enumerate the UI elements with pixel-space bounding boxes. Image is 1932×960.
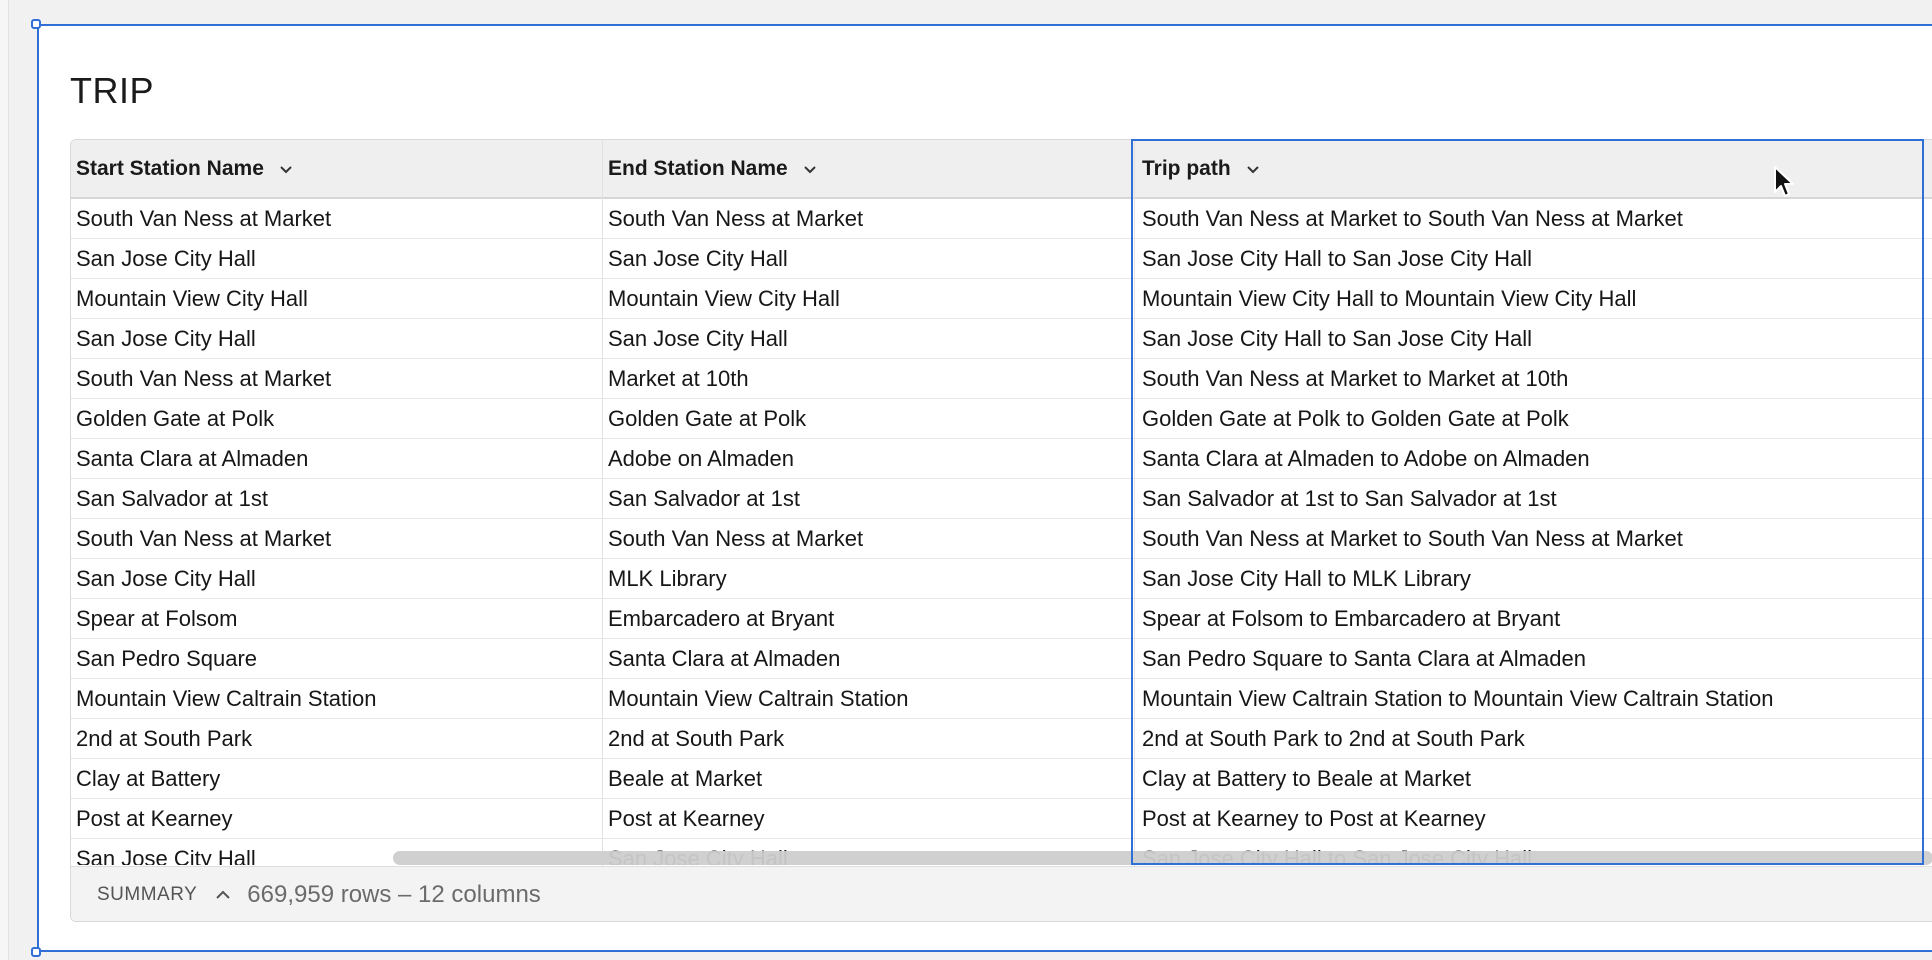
- table-row[interactable]: Santa Clara at Almaden Adobe on Almaden …: [71, 439, 1932, 479]
- cell-end-station[interactable]: South Van Ness at Market: [603, 519, 863, 559]
- table-row[interactable]: San Pedro Square Santa Clara at Almaden …: [71, 639, 1932, 679]
- summary-label[interactable]: SUMMARY: [97, 884, 197, 906]
- chevron-down-icon[interactable]: [802, 161, 818, 177]
- table-header: Start Station Name End Station Name Trip…: [71, 140, 1932, 199]
- cell-start-station[interactable]: Post at Kearney: [71, 799, 233, 839]
- cell-start-station[interactable]: Spear at Folsom: [71, 599, 237, 639]
- column-header-label: End Station Name: [608, 156, 788, 180]
- horizontal-scrollbar[interactable]: [393, 851, 1932, 865]
- cell-trip-path[interactable]: Post at Kearney to Post at Kearney: [1135, 799, 1486, 839]
- cell-trip-path[interactable]: 2nd at South Park to 2nd at South Park: [1135, 719, 1525, 759]
- cell-trip-path[interactable]: Golden Gate at Polk to Golden Gate at Po…: [1135, 399, 1569, 439]
- cell-trip-path[interactable]: Spear at Folsom to Embarcadero at Bryant: [1135, 599, 1560, 639]
- chevron-down-icon[interactable]: [1245, 161, 1261, 177]
- cell-trip-path[interactable]: San Salvador at 1st to San Salvador at 1…: [1135, 479, 1557, 519]
- cell-start-station[interactable]: Mountain View City Hall: [71, 279, 308, 319]
- cell-start-station[interactable]: Clay at Battery: [71, 759, 220, 799]
- cell-trip-path[interactable]: San Jose City Hall to San Jose City Hall: [1135, 319, 1532, 359]
- table-row[interactable]: Post at Kearney Post at Kearney Post at …: [71, 799, 1932, 839]
- table-row[interactable]: Clay at Battery Beale at Market Clay at …: [71, 759, 1932, 799]
- column-header-label: Start Station Name: [76, 156, 264, 180]
- table-row[interactable]: San Jose City Hall San Jose City Hall Sa…: [71, 319, 1932, 359]
- left-gutter: [0, 0, 9, 960]
- cell-trip-path[interactable]: Clay at Battery to Beale at Market: [1135, 759, 1471, 799]
- cell-start-station[interactable]: San Pedro Square: [71, 639, 257, 679]
- cell-start-station[interactable]: San Jose City Hall: [71, 239, 256, 279]
- cell-start-station[interactable]: South Van Ness at Market: [71, 519, 331, 559]
- chevron-up-icon[interactable]: [213, 885, 233, 905]
- cell-trip-path[interactable]: San Jose City Hall to San Jose City Hall: [1135, 239, 1532, 279]
- cell-start-station[interactable]: Santa Clara at Almaden: [71, 439, 308, 479]
- row-column-count: 669,959 rows – 12 columns: [247, 880, 541, 908]
- cell-end-station[interactable]: Beale at Market: [603, 759, 762, 799]
- cell-trip-path[interactable]: Mountain View Caltrain Station to Mounta…: [1135, 679, 1773, 719]
- element-title[interactable]: TRIP: [70, 70, 154, 112]
- table-body: South Van Ness at Market South Van Ness …: [71, 199, 1932, 865]
- table-row[interactable]: 2nd at South Park 2nd at South Park 2nd …: [71, 719, 1932, 759]
- cell-end-station[interactable]: Santa Clara at Almaden: [603, 639, 840, 679]
- table-row[interactable]: Mountain View City Hall Mountain View Ci…: [71, 279, 1932, 319]
- column-header-label: Trip path: [1142, 156, 1231, 180]
- table-row[interactable]: San Jose City Hall San Jose City Hall Sa…: [71, 239, 1932, 279]
- cell-end-station[interactable]: 2nd at South Park: [603, 719, 784, 759]
- cell-start-station[interactable]: Golden Gate at Polk: [71, 399, 274, 439]
- cell-trip-path[interactable]: San Jose City Hall to MLK Library: [1135, 559, 1471, 599]
- table-row[interactable]: South Van Ness at Market South Van Ness …: [71, 519, 1932, 559]
- cell-trip-path[interactable]: San Pedro Square to Santa Clara at Almad…: [1135, 639, 1586, 679]
- data-table[interactable]: Start Station Name End Station Name Trip…: [70, 139, 1932, 922]
- cell-end-station[interactable]: Market at 10th: [603, 359, 749, 399]
- cell-start-station[interactable]: San Jose City Hall: [71, 839, 256, 865]
- cell-start-station[interactable]: South Van Ness at Market: [71, 199, 331, 239]
- cell-start-station[interactable]: San Jose City Hall: [71, 319, 256, 359]
- cell-trip-path[interactable]: Santa Clara at Almaden to Adobe on Almad…: [1135, 439, 1590, 479]
- cell-trip-path[interactable]: South Van Ness at Market to South Van Ne…: [1135, 519, 1683, 559]
- cell-trip-path[interactable]: Mountain View City Hall to Mountain View…: [1135, 279, 1636, 319]
- cell-end-station[interactable]: South Van Ness at Market: [603, 199, 863, 239]
- cell-start-station[interactable]: South Van Ness at Market: [71, 359, 331, 399]
- resize-handle-top-left[interactable]: [31, 19, 41, 29]
- cell-trip-path[interactable]: South Van Ness at Market to Market at 10…: [1135, 359, 1568, 399]
- table-row[interactable]: San Jose City Hall MLK Library San Jose …: [71, 559, 1932, 599]
- table-row[interactable]: Spear at Folsom Embarcadero at Bryant Sp…: [71, 599, 1932, 639]
- cell-end-station[interactable]: Post at Kearney: [603, 799, 765, 839]
- cell-end-station[interactable]: San Jose City Hall: [603, 239, 788, 279]
- column-header-trip-path[interactable]: Trip path: [1135, 140, 1932, 197]
- table-row[interactable]: Golden Gate at Polk Golden Gate at Polk …: [71, 399, 1932, 439]
- cell-end-station[interactable]: San Salvador at 1st: [603, 479, 800, 519]
- cell-start-station[interactable]: 2nd at South Park: [71, 719, 252, 759]
- column-header-end-station[interactable]: End Station Name: [603, 140, 1135, 197]
- cell-end-station[interactable]: Embarcadero at Bryant: [603, 599, 834, 639]
- cell-end-station[interactable]: Adobe on Almaden: [603, 439, 794, 479]
- cell-end-station[interactable]: San Jose City Hall: [603, 319, 788, 359]
- summary-bar: SUMMARY 669,959 rows – 12 columns: [71, 866, 1932, 921]
- column-header-start-station[interactable]: Start Station Name: [71, 140, 603, 197]
- cell-start-station[interactable]: San Salvador at 1st: [71, 479, 268, 519]
- table-row[interactable]: Mountain View Caltrain Station Mountain …: [71, 679, 1932, 719]
- mouse-pointer-icon: [1773, 165, 1797, 204]
- chevron-down-icon[interactable]: [278, 161, 294, 177]
- table-row[interactable]: San Salvador at 1st San Salvador at 1st …: [71, 479, 1932, 519]
- cell-end-station[interactable]: MLK Library: [603, 559, 727, 599]
- cell-start-station[interactable]: San Jose City Hall: [71, 559, 256, 599]
- table-row[interactable]: South Van Ness at Market Market at 10th …: [71, 359, 1932, 399]
- resize-handle-bottom-left[interactable]: [31, 947, 41, 957]
- cell-end-station[interactable]: Mountain View Caltrain Station: [603, 679, 908, 719]
- cell-trip-path[interactable]: South Van Ness at Market to South Van Ne…: [1135, 199, 1683, 239]
- table-row[interactable]: South Van Ness at Market South Van Ness …: [71, 199, 1932, 239]
- cell-start-station[interactable]: Mountain View Caltrain Station: [71, 679, 376, 719]
- cell-end-station[interactable]: Golden Gate at Polk: [603, 399, 806, 439]
- cell-end-station[interactable]: Mountain View City Hall: [603, 279, 840, 319]
